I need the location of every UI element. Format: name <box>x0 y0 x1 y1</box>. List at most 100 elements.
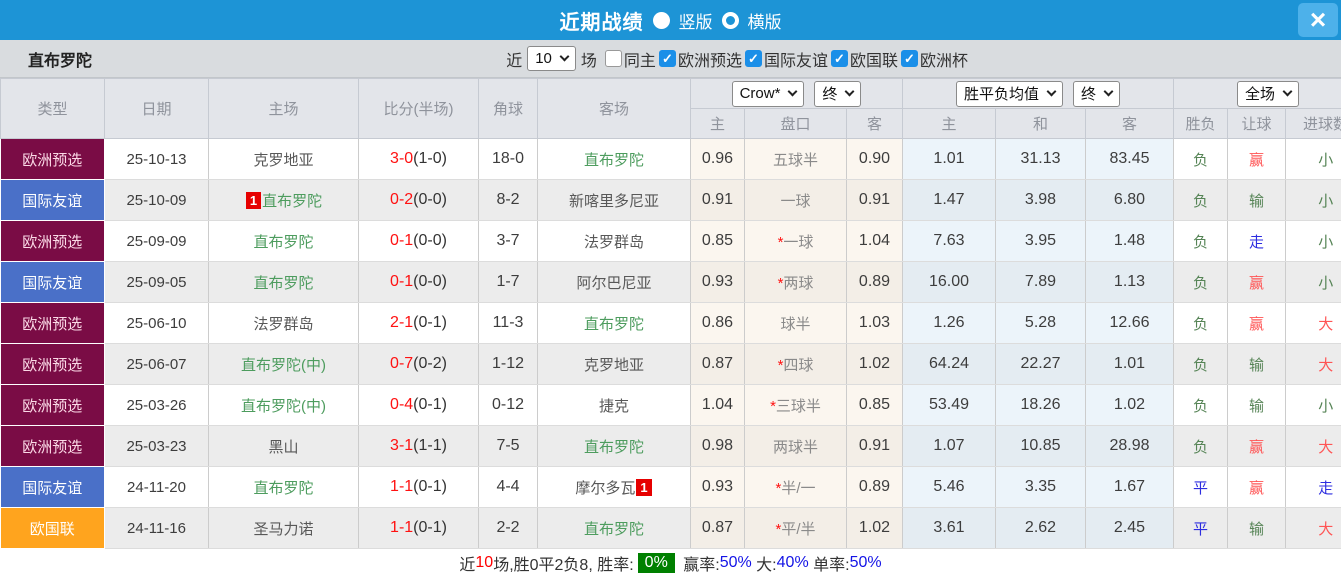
league-checkbox[interactable]: ✓ <box>831 50 848 67</box>
cell-wdl-result: 负 <box>1174 385 1228 426</box>
cell-corner: 1-12 <box>479 344 538 385</box>
cell-handicap: 两球半 <box>745 426 847 467</box>
cell-handicap: 五球半 <box>745 139 847 180</box>
cell-away-team: 法罗群岛 <box>538 221 691 262</box>
cell-match-type: 欧洲预选 <box>1 426 105 467</box>
halftime-score: (0-0) <box>413 191 447 208</box>
fulltime-score: 0-7 <box>390 355 413 372</box>
halftime-score: (0-1) <box>413 396 447 413</box>
cell-crow-home-odds: 0.93 <box>691 467 745 508</box>
cell-wdl-result: 负 <box>1174 303 1228 344</box>
handicap-text: 一球 <box>783 234 813 251</box>
cell-crow-home-odds: 0.87 <box>691 508 745 549</box>
average-period-select[interactable]: 终 <box>1073 81 1120 107</box>
handicap-text: 四球 <box>783 357 813 374</box>
subheader-avg-home: 主 <box>903 109 996 139</box>
halftime-score: (0-0) <box>413 232 447 249</box>
cell-crow-home-odds: 0.93 <box>691 262 745 303</box>
cell-crow-home-odds: 0.98 <box>691 426 745 467</box>
close-button[interactable]: × <box>1298 3 1338 37</box>
handicap-text: 半/一 <box>781 480 815 497</box>
cell-crow-away-odds: 1.02 <box>847 508 903 549</box>
radio-horizontal-label[interactable]: 横版 <box>748 8 782 33</box>
average-odds-select[interactable]: 胜平负均值 <box>956 81 1063 107</box>
cell-score: 3-0(1-0) <box>359 139 479 180</box>
cell-handicap-result: 走 <box>1228 221 1286 262</box>
home-team-name: 直布罗陀 <box>253 480 313 497</box>
home-team-name: 圣马力诺 <box>253 521 313 538</box>
home-team-name: 法罗群岛 <box>253 316 313 333</box>
cell-avg-home: 5.46 <box>903 467 996 508</box>
cell-avg-away: 12.66 <box>1086 303 1174 344</box>
chevron-down-icon <box>1104 87 1114 97</box>
summary-text: 10 <box>475 554 493 572</box>
cell-crow-away-odds: 0.85 <box>847 385 903 426</box>
radio-horizontal-layout[interactable] <box>722 12 739 29</box>
fulltime-select[interactable]: 全场 <box>1237 81 1299 107</box>
same-home-checkbox[interactable] <box>605 50 622 67</box>
cell-crow-away-odds: 0.89 <box>847 467 903 508</box>
cell-goals-result: 小 <box>1286 139 1341 180</box>
fulltime-score: 0-4 <box>390 396 413 413</box>
cell-away-team: 直布罗陀 <box>538 303 691 344</box>
recent-label: 近 <box>506 47 522 71</box>
league-label: 欧洲杯 <box>920 47 968 71</box>
cell-score: 3-1(1-1) <box>359 426 479 467</box>
summary-text: 赢率: <box>679 551 720 575</box>
league-checkbox[interactable]: ✓ <box>659 50 676 67</box>
cell-date: 25-03-23 <box>105 426 209 467</box>
fulltime-score: 3-0 <box>390 150 413 167</box>
handicap-text: 两球 <box>783 275 813 292</box>
odds-company-select[interactable]: Crow* <box>732 81 805 107</box>
league-checkbox[interactable]: ✓ <box>745 50 762 67</box>
cell-avg-away: 83.45 <box>1086 139 1174 180</box>
recent-count-select[interactable]: 10 <box>527 46 576 71</box>
cell-avg-away: 1.48 <box>1086 221 1174 262</box>
header-type: 类型 <box>1 79 105 139</box>
cell-avg-draw: 31.13 <box>996 139 1086 180</box>
cell-date: 25-09-09 <box>105 221 209 262</box>
away-team-name: 直布罗陀 <box>584 521 644 538</box>
radio-vertical-label[interactable]: 竖版 <box>679 8 713 33</box>
cell-avg-away: 1.13 <box>1086 262 1174 303</box>
fulltime-score: 0-1 <box>390 232 413 249</box>
odds-period-select[interactable]: 终 <box>814 81 861 107</box>
cell-avg-home: 3.61 <box>903 508 996 549</box>
cell-crow-away-odds: 0.91 <box>847 426 903 467</box>
cell-wdl-result: 平 <box>1174 467 1228 508</box>
fulltime-score: 0-1 <box>390 273 413 290</box>
cell-score: 0-7(0-2) <box>359 344 479 385</box>
cell-corner: 2-2 <box>479 508 538 549</box>
cell-date: 24-11-20 <box>105 467 209 508</box>
cell-avg-away: 1.01 <box>1086 344 1174 385</box>
header-date: 日期 <box>105 79 209 139</box>
results-table: 类型 日期 主场 比分(半场) 角球 客场 Crow* 终 <box>0 78 1341 549</box>
away-team-name: 新喀里多尼亚 <box>569 193 659 210</box>
radio-vertical-layout[interactable] <box>653 12 670 29</box>
cell-corner: 8-2 <box>479 180 538 221</box>
summary-text: 场,胜0平2负8, 胜率: <box>493 551 633 575</box>
cell-avg-home: 1.26 <box>903 303 996 344</box>
cell-match-type: 欧洲预选 <box>1 385 105 426</box>
table-row: 欧国联24-11-16圣马力诺1-1(0-1)2-2直布罗陀0.87*平/半1.… <box>1 508 1341 549</box>
cell-avg-draw: 3.35 <box>996 467 1086 508</box>
cell-avg-draw: 5.28 <box>996 303 1086 344</box>
cell-date: 25-10-13 <box>105 139 209 180</box>
cell-date: 25-03-26 <box>105 385 209 426</box>
average-odds-value: 胜平负均值 <box>964 83 1039 104</box>
halftime-score: (0-1) <box>413 519 447 536</box>
cell-score: 0-2(0-0) <box>359 180 479 221</box>
league-label: 欧国联 <box>850 47 898 71</box>
table-row: 欧洲预选25-10-13克罗地亚3-0(1-0)18-0直布罗陀0.96五球半0… <box>1 139 1341 180</box>
halftime-score: (0-1) <box>413 314 447 331</box>
handicap-text: 三球半 <box>776 398 821 415</box>
subheader-crow-home: 主 <box>691 109 745 139</box>
cell-handicap-result: 输 <box>1228 508 1286 549</box>
cell-match-type: 国际友谊 <box>1 180 105 221</box>
league-checkbox[interactable]: ✓ <box>901 50 918 67</box>
away-team-name: 直布罗陀 <box>584 439 644 456</box>
fulltime-value: 全场 <box>1245 83 1275 104</box>
average-period-value: 终 <box>1081 83 1096 104</box>
cell-away-team: 直布罗陀 <box>538 508 691 549</box>
table-row: 欧洲预选25-03-23黑山3-1(1-1)7-5直布罗陀0.98两球半0.91… <box>1 426 1341 467</box>
